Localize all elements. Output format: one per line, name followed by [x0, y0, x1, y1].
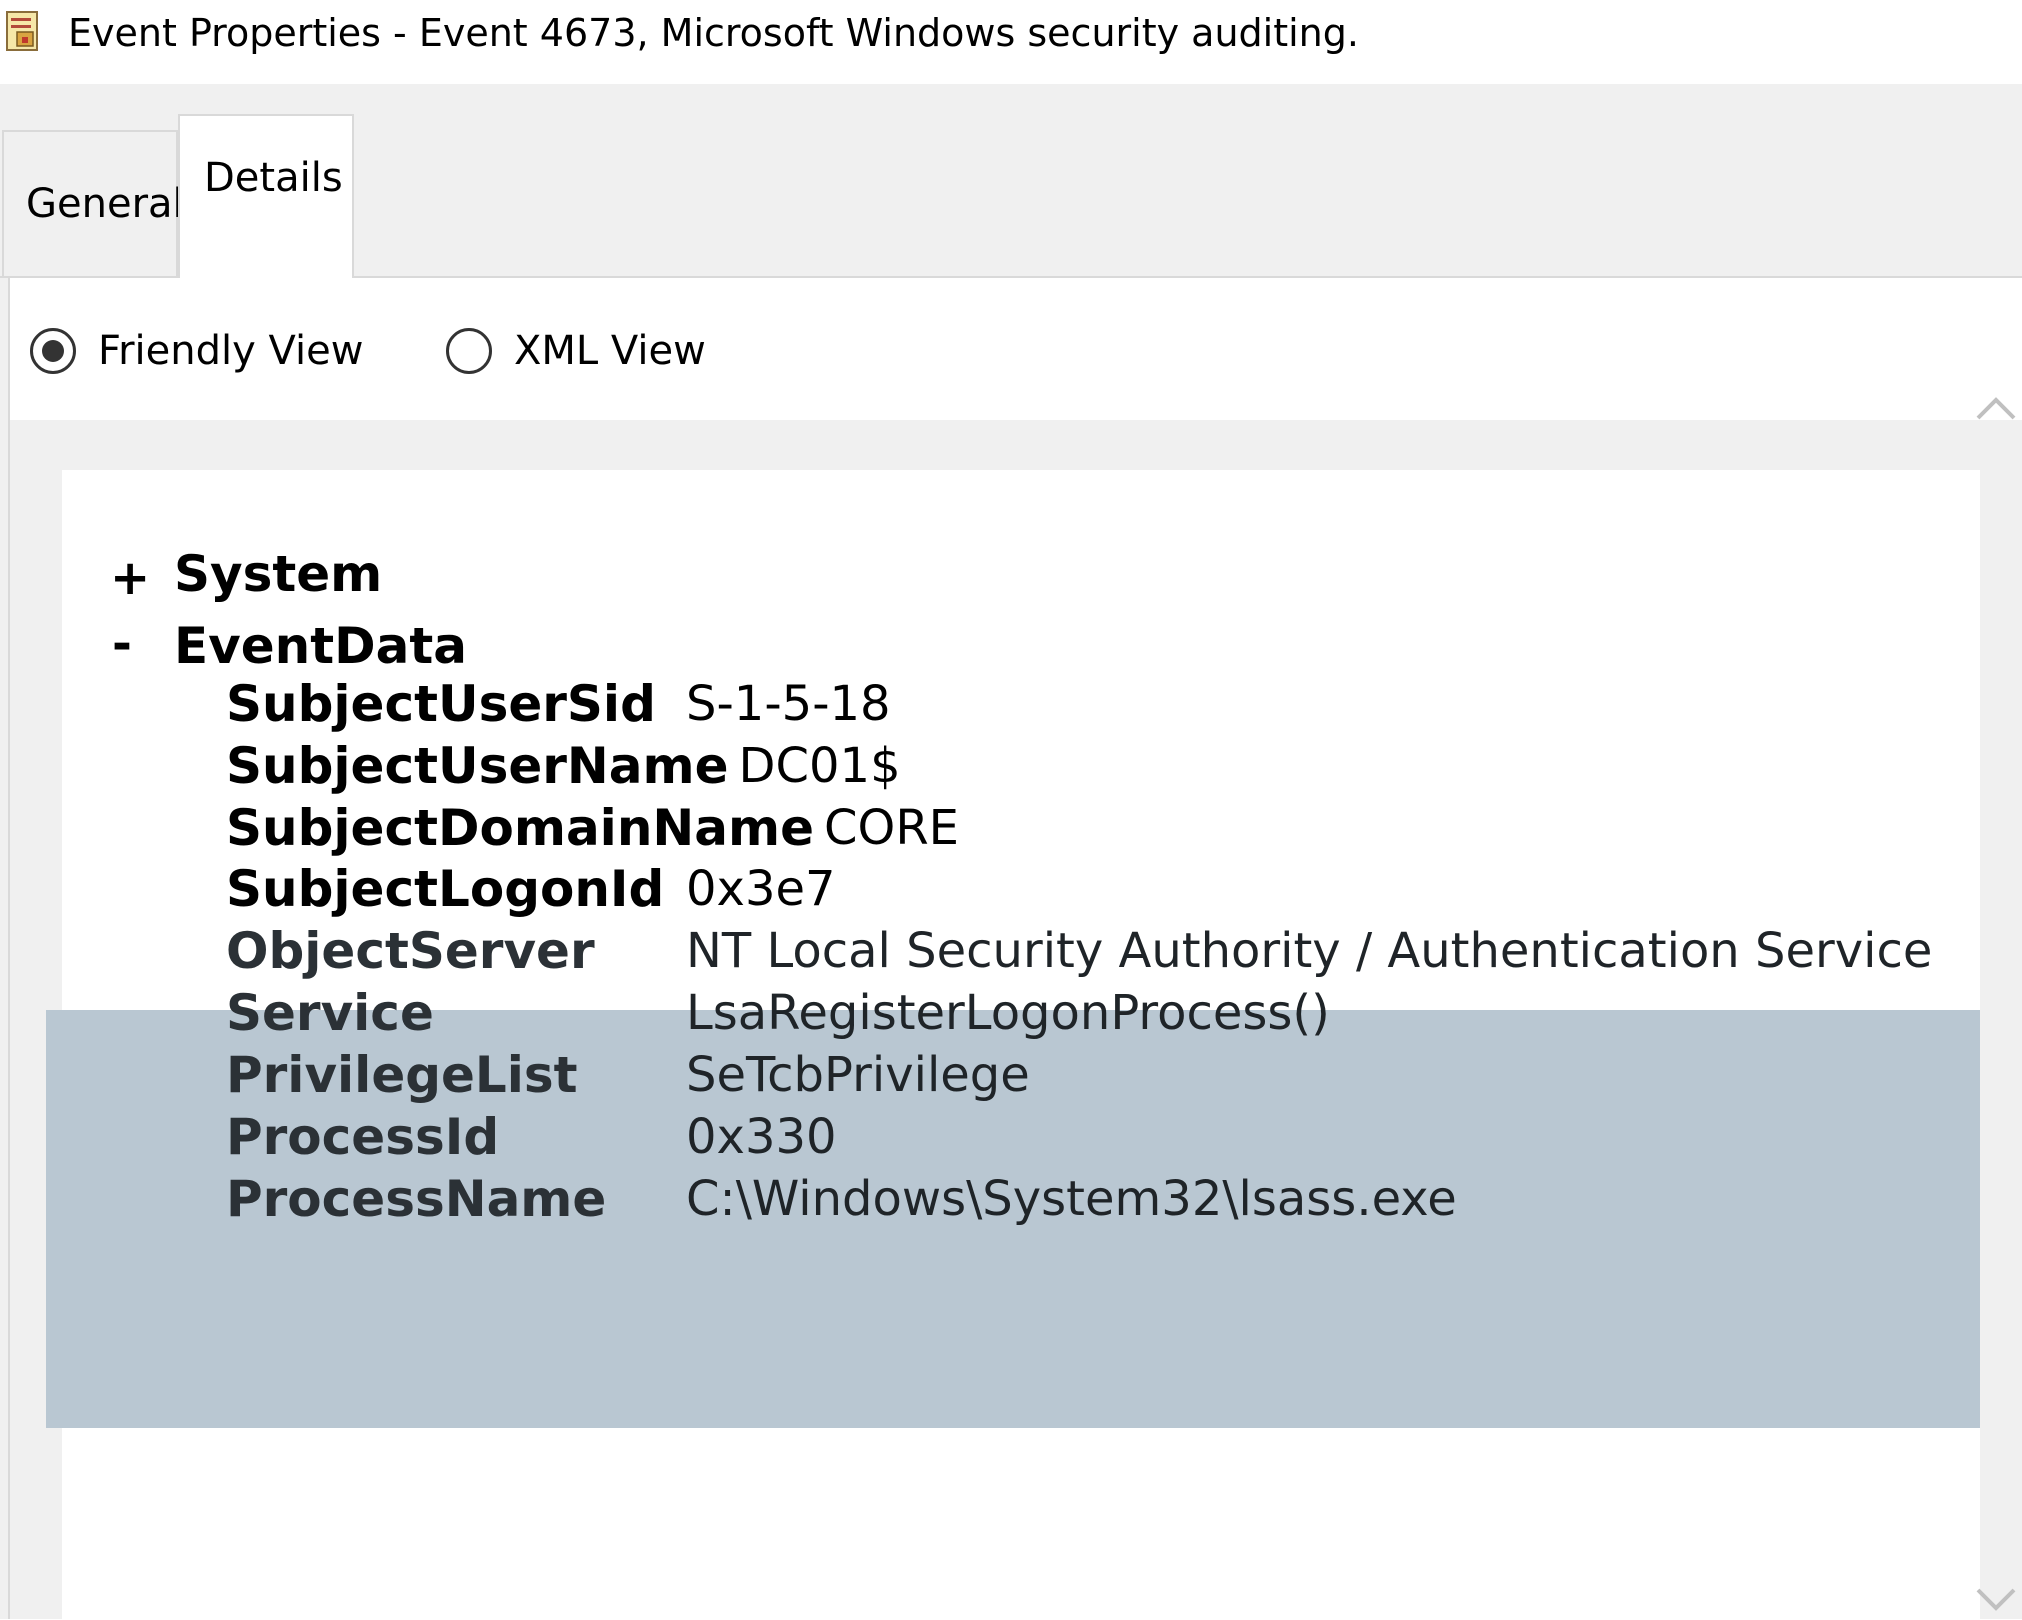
window-title: Event Properties - Event 4673, Microsoft… [68, 11, 1359, 55]
title-bar: Event Properties - Event 4673, Microsoft… [0, 0, 2022, 84]
field-row-privilegelist: PrivilegeList SeTcbPrivilege [226, 1044, 1030, 1106]
field-value: CORE [824, 800, 959, 856]
field-value: S-1-5-18 [686, 676, 891, 732]
field-value: DC01$ [738, 738, 901, 794]
field-row-objectserver: ObjectServer NT Local Security Authority… [226, 920, 1932, 982]
field-key: SubjectLogonId [226, 860, 665, 918]
event-data-view[interactable]: + System - EventData SubjectUserSid S-1-… [46, 470, 1980, 1619]
field-row-processname: ProcessName C:\Windows\System32\lsass.ex… [226, 1168, 1457, 1230]
scroll-up-icon[interactable] [1970, 388, 2022, 428]
field-key: SubjectDomainName [226, 799, 815, 857]
field-value: 0x330 [686, 1109, 837, 1165]
system-expand-toggle[interactable]: + [110, 550, 150, 606]
field-row-service: Service LsaRegisterLogonProcess() [226, 982, 1330, 1044]
tab-general[interactable]: General [2, 130, 184, 276]
field-value: LsaRegisterLogonProcess() [686, 985, 1330, 1041]
friendly-view-radio[interactable]: Friendly View [30, 326, 363, 376]
field-key: ProcessId [226, 1108, 500, 1166]
field-key: PrivilegeList [226, 1046, 578, 1104]
scroll-down-icon[interactable] [1970, 1580, 2022, 1620]
xml-view-radio[interactable]: XML View [446, 326, 706, 376]
field-row-subjectdomainname: SubjectDomainName CORE [226, 797, 959, 859]
radio-unchecked-icon[interactable] [446, 328, 492, 374]
field-key: Service [226, 984, 434, 1042]
field-value: NT Local Security Authority / Authentica… [686, 923, 1933, 979]
friendly-view-label: Friendly View [98, 328, 364, 374]
field-key: SubjectUserSid [226, 675, 656, 733]
eventdata-node-label: EventData [174, 617, 468, 675]
tab-details[interactable]: Details [178, 114, 354, 278]
event-view-frame: + System - EventData SubjectUserSid S-1-… [10, 420, 2022, 1619]
field-row-subjectlogonid: SubjectLogonId 0x3e7 [226, 858, 836, 920]
field-value: SeTcbPrivilege [686, 1047, 1030, 1103]
field-row-subjectusername: SubjectUserName DC01$ [226, 735, 901, 797]
field-value: 0x3e7 [686, 861, 836, 917]
field-key: ObjectServer [226, 922, 595, 980]
eventdata-collapse-toggle[interactable]: - [112, 616, 132, 672]
radio-checked-icon[interactable] [30, 328, 76, 374]
system-node-label: System [174, 545, 383, 603]
event-properties-dialog: General Details Friendly View XML View +… [0, 84, 2022, 1619]
field-key: SubjectUserName [226, 737, 729, 795]
field-row-subjectusersid: SubjectUserSid S-1-5-18 [226, 673, 891, 735]
event-viewer-icon [6, 11, 38, 51]
field-value: C:\Windows\System32\lsass.exe [686, 1171, 1457, 1227]
field-key: ProcessName [226, 1170, 607, 1228]
details-panel: Friendly View XML View + System - EventD… [8, 278, 2022, 1619]
xml-view-label: XML View [514, 328, 706, 374]
field-row-processid: ProcessId 0x330 [226, 1106, 837, 1168]
